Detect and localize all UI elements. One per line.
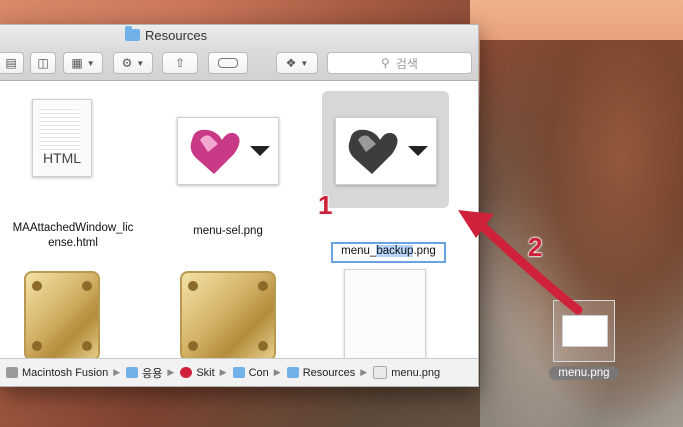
step-number-1: 1 xyxy=(318,190,333,220)
annotation-arrow xyxy=(458,210,583,315)
step-number-2: 2 xyxy=(528,232,543,262)
